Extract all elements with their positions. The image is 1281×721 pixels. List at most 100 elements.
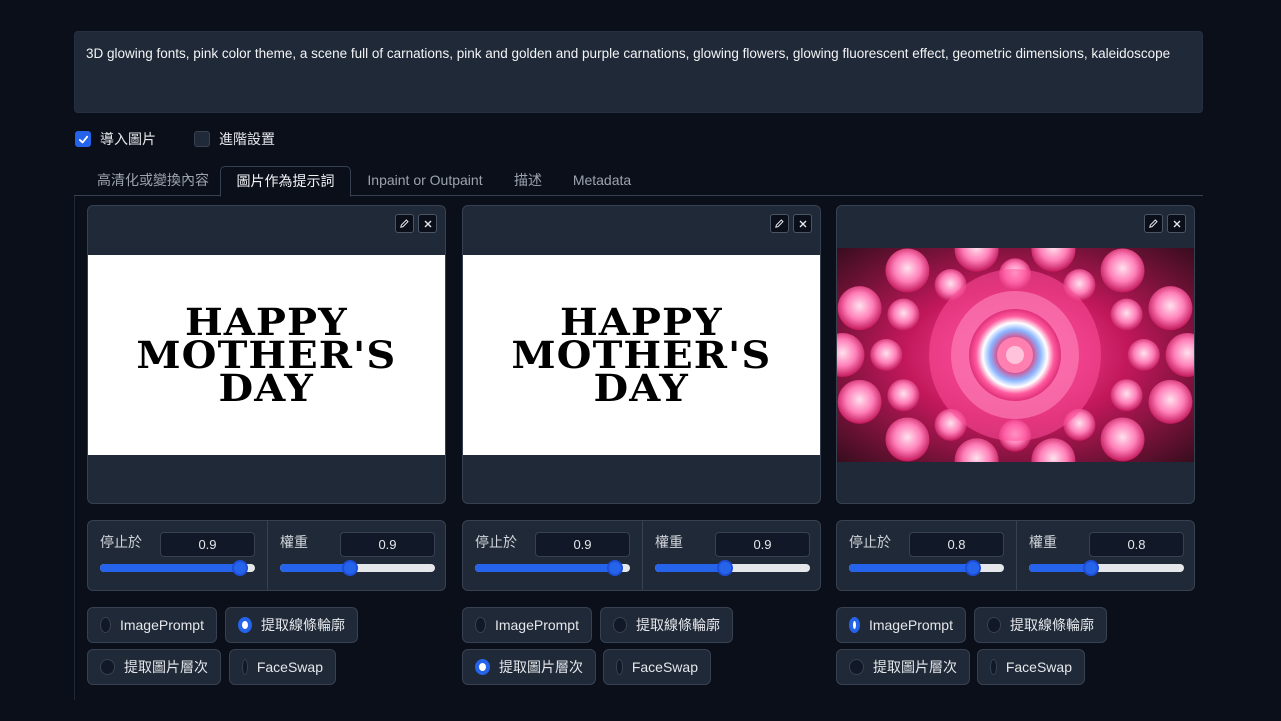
pencil-icon[interactable] (1144, 214, 1163, 233)
slider-thumb[interactable] (1083, 560, 1099, 576)
carnation-flower (887, 379, 920, 412)
tab-inpaint-outpaint[interactable]: Inpaint or Outpaint (358, 166, 492, 196)
radio-image-prompt[interactable]: ImagePrompt (87, 607, 217, 643)
radio-dot (475, 617, 486, 633)
radio-faceswap[interactable]: FaceSwap (229, 649, 336, 685)
radio-dot (849, 659, 864, 675)
tab-bar: 高清化或變換內容 圖片作為提示詞 Inpaint or Outpaint 描述 … (74, 166, 1203, 197)
radio-cpds[interactable]: 提取圖片層次 (87, 649, 221, 685)
uploaded-image-flowers (837, 248, 1194, 462)
weight-control: 權重 0.9 (642, 521, 821, 590)
radio-image-prompt[interactable]: ImagePrompt (462, 607, 592, 643)
radio-label: 提取線條輪廓 (261, 617, 345, 633)
stop-at-label: 停止於 (849, 534, 891, 550)
weight-slider[interactable] (1029, 560, 1184, 576)
carnation-flower (1110, 379, 1143, 412)
weight-input[interactable]: 0.8 (1089, 532, 1184, 557)
stop-at-input[interactable]: 0.8 (909, 532, 1004, 557)
close-icon[interactable] (1167, 214, 1186, 233)
prompt-input[interactable]: 3D glowing fonts, pink color theme, a sc… (74, 31, 1203, 113)
weight-control: 權重 0.8 (1016, 521, 1195, 590)
image-slot-2[interactable]: HAPPY MOTHER'S DAY (462, 205, 821, 504)
slider-thumb[interactable] (965, 560, 981, 576)
radio-faceswap[interactable]: FaceSwap (977, 649, 1085, 685)
advanced-settings-label: 進階設置 (219, 131, 275, 147)
radio-label: 提取圖片層次 (124, 659, 208, 675)
weight-input[interactable]: 0.9 (715, 532, 810, 557)
radio-dot (475, 659, 490, 675)
radio-dot (100, 617, 111, 633)
weight-control: 權重 0.9 (267, 521, 446, 590)
weight-label: 權重 (655, 534, 683, 550)
carnation-flower (1100, 248, 1145, 293)
weight-slider[interactable] (280, 560, 435, 576)
stop-at-slider[interactable] (100, 560, 255, 576)
stop-at-slider[interactable] (849, 560, 1004, 576)
slider-thumb[interactable] (231, 560, 248, 576)
radio-label: 提取圖片層次 (499, 659, 583, 675)
weight-label: 權重 (1029, 534, 1057, 550)
carnation-flower (1148, 286, 1193, 331)
carnation-flower (887, 298, 920, 331)
stop-at-slider[interactable] (475, 560, 630, 576)
radio-cpds[interactable]: 提取圖片層次 (836, 649, 970, 685)
slider-thumb[interactable] (341, 560, 358, 576)
slider-thumb[interactable] (716, 560, 733, 576)
image-slot-3[interactable] (836, 205, 1195, 504)
stop-at-control: 停止於 0.8 (837, 521, 1016, 590)
carnation-flower (837, 286, 882, 331)
stop-at-label: 停止於 (100, 534, 142, 550)
slider-panel-3: 停止於 0.8 權重 0.8 (836, 520, 1195, 591)
weight-slider[interactable] (655, 560, 810, 576)
carnation-flower (885, 417, 930, 462)
carnation-flower (870, 339, 903, 371)
weight-input[interactable]: 0.9 (340, 532, 435, 557)
stop-at-label: 停止於 (475, 534, 517, 550)
tab-panel-border (74, 196, 75, 700)
close-icon[interactable] (793, 214, 812, 233)
slider-fill (100, 564, 240, 572)
carnation-flower (1100, 417, 1145, 462)
uploaded-image-text: HAPPY MOTHER'S DAY (88, 255, 445, 455)
image-text-line: DAY (593, 365, 690, 410)
radio-dot (849, 617, 860, 633)
radio-faceswap[interactable]: FaceSwap (603, 649, 711, 685)
radio-dot (613, 617, 627, 633)
tab-image-prompt[interactable]: 圖片作為提示詞 (220, 166, 351, 197)
image-slot-1[interactable]: HAPPY MOTHER'S DAY (87, 205, 446, 504)
radio-image-prompt[interactable]: ImagePrompt (836, 607, 966, 643)
tab-metadata[interactable]: Metadata (566, 166, 638, 196)
radio-pyracanny[interactable]: 提取線條輪廓 (225, 607, 358, 643)
radio-label: 提取線條輪廓 (636, 617, 720, 633)
pencil-icon[interactable] (770, 214, 789, 233)
stop-at-input[interactable]: 0.9 (535, 532, 630, 557)
import-image-checkbox[interactable]: 導入圖片 (75, 129, 156, 149)
radio-pyracanny[interactable]: 提取線條輪廓 (974, 607, 1107, 643)
checkbox-unchecked-icon (194, 131, 210, 147)
carnation-flower (837, 379, 882, 424)
tab-upscale-vary[interactable]: 高清化或變換內容 (80, 166, 226, 196)
radio-dot (616, 659, 623, 675)
radio-label: ImagePrompt (868, 617, 953, 633)
advanced-settings-checkbox[interactable]: 進階設置 (194, 129, 275, 149)
import-image-label: 導入圖片 (100, 131, 156, 147)
slider-fill (849, 564, 973, 572)
slider-thumb[interactable] (606, 560, 623, 576)
radio-label: FaceSwap (631, 659, 698, 675)
slider-fill (280, 564, 350, 572)
image-tools (770, 214, 812, 233)
uploaded-image-text: HAPPY MOTHER'S DAY (463, 255, 820, 455)
close-icon[interactable] (418, 214, 437, 233)
radio-cpds[interactable]: 提取圖片層次 (462, 649, 596, 685)
radio-dot (100, 659, 115, 675)
radio-dot (242, 659, 248, 675)
radio-label: FaceSwap (1005, 659, 1072, 675)
slider-fill (475, 564, 615, 572)
tab-describe[interactable]: 描述 (504, 166, 552, 196)
radio-dot (238, 617, 252, 633)
stop-at-input[interactable]: 0.9 (160, 532, 255, 557)
radio-label: 提取線條輪廓 (1010, 617, 1094, 633)
radio-pyracanny[interactable]: 提取線條輪廓 (600, 607, 733, 643)
stop-at-control: 停止於 0.9 (88, 521, 267, 590)
pencil-icon[interactable] (395, 214, 414, 233)
